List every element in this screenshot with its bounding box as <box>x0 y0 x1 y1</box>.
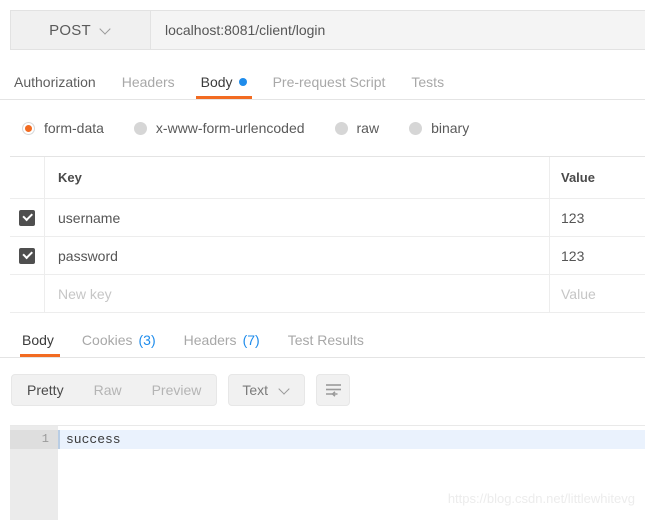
postman-request-response-panel: POST localhost:8081/client/login Authori… <box>0 0 645 520</box>
tab-body-label: Body <box>200 73 233 90</box>
response-tab-cookies-count: (3) <box>138 331 156 348</box>
response-tab-body[interactable]: Body <box>12 322 68 357</box>
row-key-input[interactable]: password <box>45 237 550 274</box>
response-tab-headers-count: (7) <box>242 331 260 348</box>
row-checkbox-cell <box>10 199 45 236</box>
response-tab-cookies-label: Cookies <box>81 331 133 348</box>
tab-pre-request-script-label: Pre-request Script <box>272 73 386 90</box>
editor-gutter: 1 <box>10 426 58 520</box>
tab-pre-request-script[interactable]: Pre-request Script <box>260 64 399 99</box>
row-checkbox-cell <box>10 237 45 274</box>
response-tab-cookies[interactable]: Cookies (3) <box>68 322 170 357</box>
view-mode-switcher: Pretty Raw Preview <box>11 374 218 406</box>
chevron-down-icon <box>100 24 112 36</box>
row-value-input[interactable]: 123 <box>550 237 645 274</box>
response-toolbar: Pretty Raw Preview Text <box>0 358 645 422</box>
http-method-label: POST <box>49 21 91 39</box>
row-value-input[interactable]: 123 <box>550 199 645 236</box>
radio-x-www-form-urlencoded-label: x-www-form-urlencoded <box>155 120 305 136</box>
request-tab-bar: Authorization Headers Body Pre-request S… <box>0 64 645 100</box>
table-new-row: New key Value <box>10 275 645 313</box>
response-tab-test-results[interactable]: Test Results <box>274 322 378 357</box>
header-key: Key <box>45 157 550 198</box>
checkbox-checked-icon[interactable] <box>19 209 35 226</box>
response-tab-headers[interactable]: Headers (7) <box>170 322 274 357</box>
radio-x-www-form-urlencoded[interactable]: x-www-form-urlencoded <box>133 120 305 136</box>
radio-raw-label: raw <box>356 120 380 136</box>
view-mode-preview[interactable]: Preview <box>137 375 217 405</box>
response-tab-body-label: Body <box>22 331 54 348</box>
radio-unselected-icon <box>334 121 348 135</box>
format-selector[interactable]: Text <box>228 374 306 406</box>
url-bar: POST localhost:8081/client/login <box>10 10 645 50</box>
response-tab-test-results-label: Test Results <box>287 331 364 348</box>
table-header-row: Key Value <box>10 157 645 199</box>
radio-raw[interactable]: raw <box>334 120 380 136</box>
radio-binary-label: binary <box>431 120 470 136</box>
tab-body[interactable]: Body <box>188 64 260 99</box>
view-mode-raw[interactable]: Raw <box>79 375 137 405</box>
new-value-input[interactable]: Value <box>550 275 645 312</box>
response-tab-headers-label: Headers <box>183 331 237 348</box>
tab-tests[interactable]: Tests <box>398 64 457 99</box>
radio-selected-icon <box>22 121 35 135</box>
response-tab-bar: Body Cookies (3) Headers (7) Test Result… <box>0 322 645 358</box>
radio-form-data-label: form-data <box>44 120 104 136</box>
wrap-lines-button[interactable] <box>316 374 351 406</box>
url-input[interactable]: localhost:8081/client/login <box>151 11 645 49</box>
table-row: password 123 <box>10 237 645 275</box>
text-wrap-icon <box>325 384 341 397</box>
watermark: https://blog.csdn.net/littlewhitevg <box>447 491 635 506</box>
radio-unselected-icon <box>409 121 423 135</box>
row-key-input[interactable]: username <box>45 199 550 236</box>
blue-dot-icon <box>238 77 247 86</box>
body-type-radio-group: form-data x-www-form-urlencoded raw bina… <box>0 100 645 156</box>
header-checkbox-cell <box>10 157 45 198</box>
radio-unselected-icon <box>133 121 147 135</box>
tab-authorization[interactable]: Authorization <box>14 64 109 99</box>
tab-authorization-label: Authorization <box>14 73 96 90</box>
form-data-table: Key Value username 123 password 123 New … <box>10 156 645 313</box>
chevron-down-icon <box>279 384 291 396</box>
tab-headers[interactable]: Headers <box>109 64 188 99</box>
new-row-checkbox-cell <box>10 275 45 312</box>
new-key-input[interactable]: New key <box>45 275 550 312</box>
radio-form-data[interactable]: form-data <box>22 120 104 136</box>
table-row: username 123 <box>10 199 645 237</box>
line-number: 1 <box>10 430 58 449</box>
editor-line: success <box>58 430 645 449</box>
http-method-selector[interactable]: POST <box>11 11 151 49</box>
view-mode-pretty[interactable]: Pretty <box>12 375 79 405</box>
tab-headers-label: Headers <box>121 73 175 90</box>
header-value: Value <box>561 170 595 185</box>
tab-tests-label: Tests <box>411 73 445 90</box>
checkbox-checked-icon[interactable] <box>19 247 35 264</box>
format-selector-label: Text <box>242 382 269 398</box>
radio-binary[interactable]: binary <box>409 120 469 136</box>
